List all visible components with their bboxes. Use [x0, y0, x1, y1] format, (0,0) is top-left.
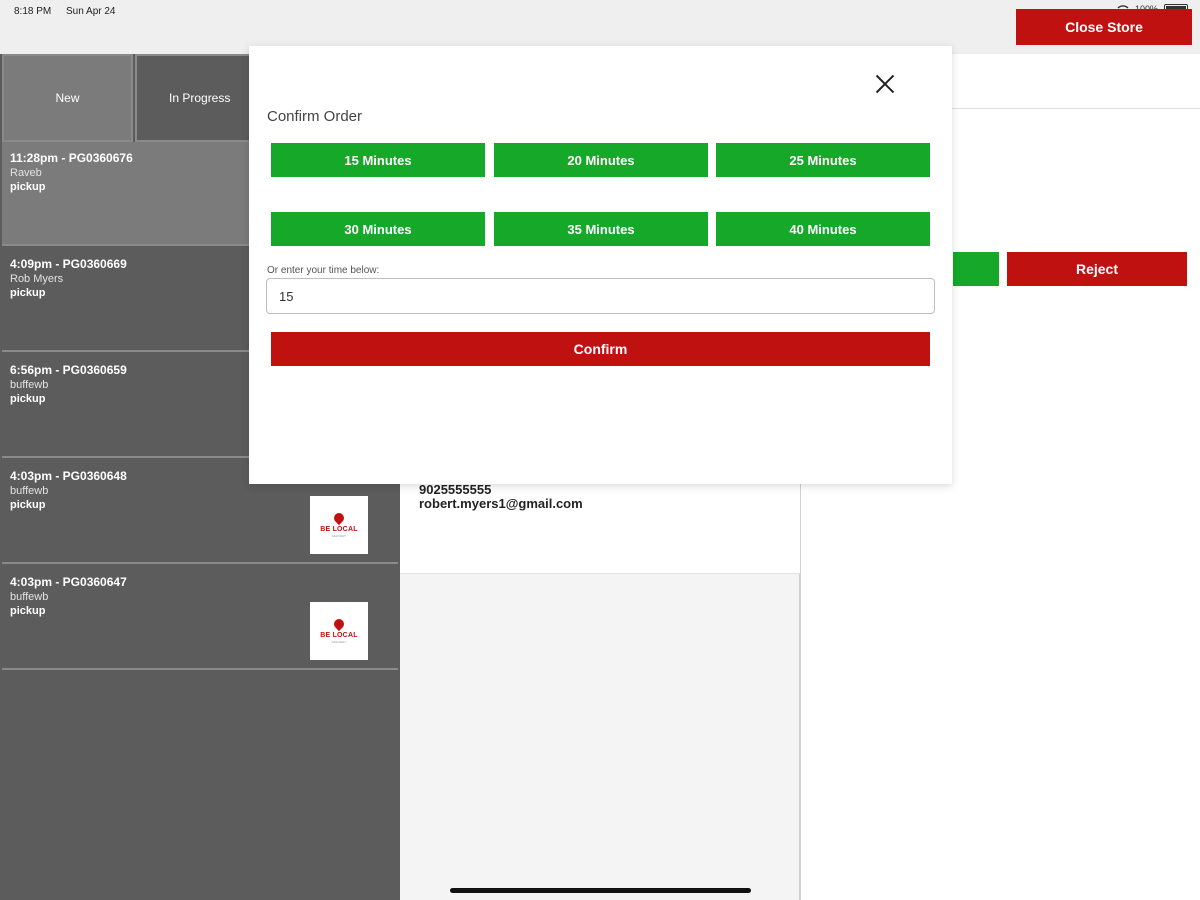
status-date: Sun Apr 24: [66, 6, 116, 17]
close-icon[interactable]: [873, 72, 897, 96]
time-option-button[interactable]: 20 Minutes: [494, 143, 708, 177]
order-title: 4:03pm - PG0360647: [10, 575, 127, 589]
store-logo: BE LOCAL DELIVERY: [310, 496, 368, 554]
time-option-button[interactable]: 15 Minutes: [271, 143, 485, 177]
close-store-button[interactable]: Close Store: [1016, 9, 1192, 45]
custom-time-input[interactable]: [266, 278, 935, 314]
confirm-order-modal: Confirm Order 15 Minutes 20 Minutes 25 M…: [249, 46, 952, 484]
location-pin-icon: [331, 510, 347, 525]
tab-in-progress-label: In Progress: [169, 91, 231, 105]
time-option-button[interactable]: 25 Minutes: [716, 143, 930, 177]
modal-title: Confirm Order: [267, 108, 363, 125]
customer-info-card: 9025555555 robert.myers1@gmail.com: [400, 482, 800, 574]
reject-button[interactable]: Reject: [1007, 252, 1187, 286]
custom-time-label: Or enter your time below:: [267, 265, 380, 276]
tab-new-label: New: [55, 91, 80, 105]
status-time: 8:18 PM: [14, 6, 52, 17]
logo-text: BE LOCAL: [320, 525, 358, 533]
time-option-button[interactable]: 30 Minutes: [271, 212, 485, 246]
home-indicator: [450, 888, 751, 893]
confirm-button[interactable]: Confirm: [271, 332, 930, 366]
time-option-button[interactable]: 40 Minutes: [716, 212, 930, 246]
location-pin-icon: [331, 616, 347, 631]
customer-phone: 9025555555: [419, 482, 492, 497]
logo-text: BE LOCAL: [320, 631, 358, 639]
tab-new[interactable]: New: [2, 54, 133, 142]
logo-subtext: DELIVERY: [331, 533, 347, 538]
store-logo: BE LOCAL DELIVERY: [310, 602, 368, 660]
accept-button[interactable]: [953, 252, 999, 286]
logo-subtext: DELIVERY: [331, 639, 347, 644]
customer-email: robert.myers1@gmail.com: [419, 496, 583, 511]
order-list-item[interactable]: 4:03pm - PG0360647 buffewb pickup BE LOC…: [2, 566, 398, 670]
time-option-button[interactable]: 35 Minutes: [494, 212, 708, 246]
